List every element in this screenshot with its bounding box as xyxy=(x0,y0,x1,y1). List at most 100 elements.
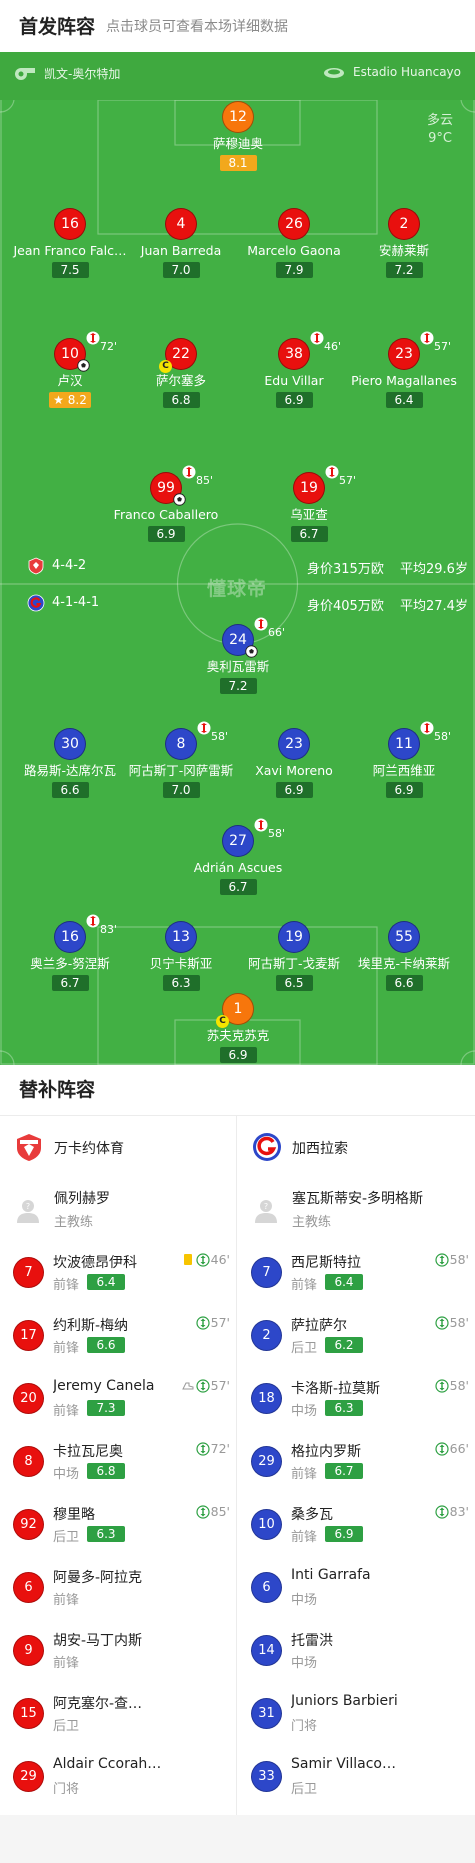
lineup-subtitle: 点击球员可查看本场详细数据 xyxy=(106,19,288,35)
player-rating: 6.8 xyxy=(162,392,200,408)
sub-player-position: 中场 xyxy=(291,1404,318,1419)
home-goalkeeper[interactable]: 12 萨穆迪奥 8.1 xyxy=(168,101,308,171)
substitution-minute: 66' xyxy=(268,626,286,639)
sub-player-number: 2 xyxy=(251,1320,282,1351)
match-info-bar: 凯文-奥尔特加 Estadio Huancayo xyxy=(0,52,475,100)
referee-name: 凯文-奥尔特加 xyxy=(44,67,121,81)
sub-player-row[interactable]: 2 萨拉萨尔 后卫 6.2 58' xyxy=(238,1305,475,1368)
sub-minute: 58' xyxy=(449,1252,469,1267)
sub-player-position: 门将 xyxy=(291,1719,318,1734)
player-number: 2 xyxy=(388,208,420,240)
player-name: Franco Caballero xyxy=(113,507,219,522)
player-rating: 7.9 xyxy=(275,262,313,278)
weather-info: 多云 9°C xyxy=(427,112,453,148)
sub-player-name: 约利斯-梅纳 xyxy=(53,1318,129,1334)
away-defensive-midfielder[interactable]: 27 58' Adrián Ascues 6.7 xyxy=(168,825,308,895)
home-team-logo-icon xyxy=(17,1134,41,1161)
player-number: 30 xyxy=(54,728,86,760)
away-average-age: 平均27.4岁 xyxy=(400,599,468,614)
away-midfielder[interactable]: 11 58' 阿兰西维亚 6.9 xyxy=(334,728,474,798)
substitution-in-icon xyxy=(435,1379,449,1393)
away-formation-row: 4-1-4-1 身价405万欧 平均27.4岁 xyxy=(0,591,475,615)
sub-minute: 58' xyxy=(449,1315,469,1330)
away-defender[interactable]: 55 埃里克-卡纳莱斯 6.6 xyxy=(334,921,474,991)
sub-player-row[interactable]: 14 托雷洪 中场 xyxy=(238,1620,475,1683)
sub-player-rating: 6.8 xyxy=(87,1463,125,1479)
sub-player-row[interactable]: 20 Jeremy Canela 前锋 7.3 57' xyxy=(0,1368,236,1431)
player-rating: 8.1 xyxy=(219,155,257,171)
sub-player-row[interactable]: 31 Juniors Barbieri 门将 xyxy=(238,1683,475,1746)
sub-player-number: 14 xyxy=(251,1635,282,1666)
sub-player-row[interactable]: 6 阿曼多-阿拉克 前锋 xyxy=(0,1557,236,1620)
coach-name: 塞瓦斯蒂安-多明格斯 xyxy=(292,1191,424,1207)
captain-icon: C xyxy=(216,1015,229,1028)
sub-player-number: 18 xyxy=(251,1383,282,1414)
sub-player-row[interactable]: 6 Inti Garrafa 中场 xyxy=(238,1557,475,1620)
home-forward[interactable]: 19 57' 乌亚查 6.7 xyxy=(239,472,379,542)
substitution-in-icon xyxy=(435,1316,449,1330)
player-number-text: 23 xyxy=(395,346,413,362)
home-team-row[interactable]: 万卡约体育 xyxy=(0,1116,236,1178)
player-rating: 6.7 xyxy=(290,526,328,542)
away-goalkeeper[interactable]: 1 C 苏夫克苏克 6.9 xyxy=(168,993,308,1063)
player-number-text: 8 xyxy=(176,736,186,752)
sub-player-number: 92 xyxy=(13,1509,44,1540)
player-rating: 6.9 xyxy=(385,782,423,798)
sub-player-name: Inti Garrafa xyxy=(291,1567,371,1583)
sub-player-row[interactable]: 7 坎波德昂伊科 前锋 6.4 46' xyxy=(0,1242,236,1305)
sub-player-name: 穆里略 xyxy=(53,1507,95,1523)
substitution-in-icon xyxy=(196,1316,210,1330)
away-coach-row[interactable]: ? 塞瓦斯蒂安-多明格斯 主教练 xyxy=(238,1178,475,1242)
sub-player-row[interactable]: 7 西尼斯特拉 前锋 6.4 58' xyxy=(238,1242,475,1305)
sub-player-position: 前锋 xyxy=(291,1530,318,1545)
home-midfielder[interactable]: 23 57' Piero Magallanes 6.4 xyxy=(334,338,474,408)
sub-info: 83' xyxy=(435,1504,469,1519)
player-number: 16 83' xyxy=(54,921,117,953)
home-coach-row[interactable]: ? 佩列赫罗 主教练 xyxy=(0,1178,236,1242)
player-rating: 6.5 xyxy=(275,975,313,991)
player-name: Adrián Ascues xyxy=(193,860,283,875)
sub-player-position: 前锋 xyxy=(53,1593,80,1608)
home-team-name: 万卡约体育 xyxy=(54,1141,124,1157)
sub-player-number: 29 xyxy=(251,1446,282,1477)
substitution-icon xyxy=(420,721,434,735)
yellow-card-icon xyxy=(183,1254,192,1265)
sub-player-row[interactable]: 29 格拉内罗斯 前锋 6.7 66' xyxy=(238,1431,475,1494)
sub-player-row[interactable]: 10 桑多瓦 前锋 6.9 83' xyxy=(238,1494,475,1557)
substitution-in-icon xyxy=(196,1505,210,1519)
sub-player-row[interactable]: 92 穆里略 后卫 6.3 85' xyxy=(0,1494,236,1557)
sub-player-row[interactable]: 29 Aldair Ccorahua 门将 xyxy=(0,1746,236,1809)
sub-player-name: Samir Villacorta xyxy=(291,1756,401,1772)
player-rating: 7.0 xyxy=(162,262,200,278)
sub-player-row[interactable]: 33 Samir Villacorta 后卫 xyxy=(238,1746,475,1809)
player-number: 8 58' xyxy=(165,728,228,760)
sub-player-rating: 6.3 xyxy=(87,1526,125,1542)
stadium-info: Estadio Huancayo xyxy=(323,65,461,79)
sub-player-rating: 6.6 xyxy=(87,1337,125,1353)
away-team-logo-icon xyxy=(27,594,45,612)
sub-player-rating: 6.3 xyxy=(325,1400,363,1416)
substitution-in-icon xyxy=(196,1442,210,1456)
player-rating: 6.9 xyxy=(275,392,313,408)
sub-player-name: Juniors Barbieri xyxy=(291,1693,398,1709)
sub-player-row[interactable]: 15 阿克塞尔-查… 后卫 xyxy=(0,1683,236,1746)
sub-player-position: 前锋 xyxy=(291,1467,318,1482)
sub-player-row[interactable]: 9 胡安-马丁内斯 前锋 xyxy=(0,1620,236,1683)
sub-player-row[interactable]: 17 约利斯-梅纳 前锋 6.6 57' xyxy=(0,1305,236,1368)
player-number: 19 57' xyxy=(293,472,356,504)
home-defender[interactable]: 2 安赫莱斯 7.2 xyxy=(334,208,474,278)
substitution-minute: 58' xyxy=(434,730,452,743)
player-rating-value: 8.2 xyxy=(67,393,87,407)
sub-player-position: 前锋 xyxy=(53,1404,80,1419)
sub-player-name: 托雷洪 xyxy=(291,1633,333,1649)
sub-player-number: 7 xyxy=(13,1257,44,1288)
home-forward[interactable]: 99 85' Franco Caballero 6.9 xyxy=(96,472,236,542)
sub-player-name: 胡安-马丁内斯 xyxy=(53,1633,143,1649)
away-forward[interactable]: 24 66' 奥利瓦雷斯 7.2 xyxy=(168,624,308,694)
player-number-text: 22 xyxy=(172,346,190,362)
sub-player-row[interactable]: 8 卡拉瓦尼奥 中场 6.8 72' xyxy=(0,1431,236,1494)
player-rating: 7.2 xyxy=(385,262,423,278)
sub-player-row[interactable]: 18 卡洛斯-拉莫斯 中场 6.3 58' xyxy=(238,1368,475,1431)
away-team-row[interactable]: 加西拉索 xyxy=(238,1116,475,1178)
sub-player-position: 中场 xyxy=(291,1656,318,1671)
